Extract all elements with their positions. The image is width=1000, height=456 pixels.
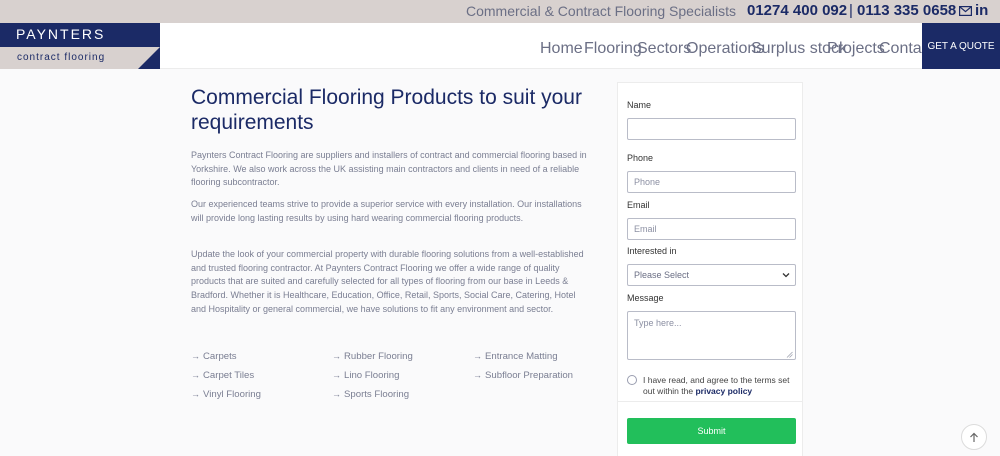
arrow-right-icon: → <box>332 351 341 361</box>
nav-projects[interactable]: Projects <box>827 40 885 58</box>
arrow-right-icon: → <box>332 389 341 399</box>
form-divider <box>618 401 802 402</box>
privacy-policy-link[interactable]: privacy policy <box>695 386 752 396</box>
nav-sectors[interactable]: Sectors <box>637 40 691 58</box>
arrow-right-icon: → <box>191 370 200 380</box>
scroll-to-top-button[interactable] <box>961 424 987 450</box>
phone-number-2[interactable]: 0113 335 0658 <box>857 2 956 19</box>
product-sports-flooring[interactable]: → Sports Flooring <box>332 389 409 400</box>
phone-label: Phone <box>627 153 654 163</box>
chevron-down-icon <box>782 273 790 278</box>
nav-home[interactable]: Home <box>540 40 583 58</box>
product-carpets[interactable]: → Carpets <box>191 351 237 362</box>
phone-separator: | <box>849 2 853 19</box>
arrow-right-icon: → <box>473 370 482 380</box>
consent-checkbox[interactable] <box>627 375 637 385</box>
tagline: Commercial & Contract Flooring Specialis… <box>466 3 736 19</box>
message-label: Message <box>627 293 664 303</box>
arrow-up-icon <box>970 432 978 442</box>
phone-field[interactable] <box>627 171 796 193</box>
interest-label: Interested in <box>627 246 677 256</box>
message-field[interactable] <box>627 311 796 360</box>
product-rubber-flooring[interactable]: → Rubber Flooring <box>332 351 413 362</box>
name-label: Name <box>627 100 652 110</box>
email-label: Email <box>627 200 650 210</box>
product-lino-flooring[interactable]: → Lino Flooring <box>332 370 399 381</box>
product-entrance-matting[interactable]: → Entrance Matting <box>473 351 558 362</box>
arrow-right-icon: → <box>473 351 482 361</box>
top-bar: Commercial & Contract Flooring Specialis… <box>0 0 1000 23</box>
resize-grip-icon[interactable] <box>786 351 793 358</box>
page-title: Commercial Flooring Products to suit you… <box>191 86 582 134</box>
quote-form: Name Phone Email Interested in Please Se… <box>617 82 803 456</box>
arrow-right-icon: → <box>332 370 341 380</box>
linkedin-icon[interactable]: in <box>975 2 988 19</box>
logo-subtitle: contract flooring <box>17 52 106 63</box>
nav-flooring[interactable]: Flooring <box>584 40 642 58</box>
product-vinyl-flooring[interactable]: → Vinyl Flooring <box>191 389 261 400</box>
phone-number-1[interactable]: 01274 400 092 <box>747 2 847 19</box>
intro-paragraph-3: Update the look of your commercial prope… <box>191 249 584 314</box>
interest-selected-value: Please Select <box>634 270 690 280</box>
intro-paragraph-2: Our experienced teams strive to provide … <box>191 199 582 223</box>
intro-paragraph-1: Paynters Contract Flooring are suppliers… <box>191 150 587 188</box>
logo-corner-mark <box>138 47 160 69</box>
logo-brand: PAYNTERS <box>16 26 106 42</box>
get-a-quote-button[interactable]: GET A QUOTE <box>922 23 1000 69</box>
interest-select[interactable]: Please Select <box>627 264 796 286</box>
logo-bottom-band: contract flooring <box>0 47 160 69</box>
email-field[interactable] <box>627 218 796 240</box>
arrow-right-icon: → <box>191 351 200 361</box>
submit-button[interactable]: Submit <box>627 418 796 444</box>
site-header: PAYNTERS contract flooring Home Flooring… <box>0 23 1000 69</box>
product-carpet-tiles[interactable]: → Carpet Tiles <box>191 370 254 381</box>
arrow-right-icon: → <box>191 389 200 399</box>
product-subfloor-preparation[interactable]: → Subfloor Preparation <box>473 370 573 381</box>
consent-text: I have read, and agree to the terms set … <box>643 375 790 396</box>
logo-top-band: PAYNTERS <box>0 23 160 47</box>
mail-icon[interactable] <box>959 6 972 16</box>
logo[interactable]: PAYNTERS contract flooring <box>0 23 160 69</box>
name-field[interactable] <box>627 118 796 140</box>
